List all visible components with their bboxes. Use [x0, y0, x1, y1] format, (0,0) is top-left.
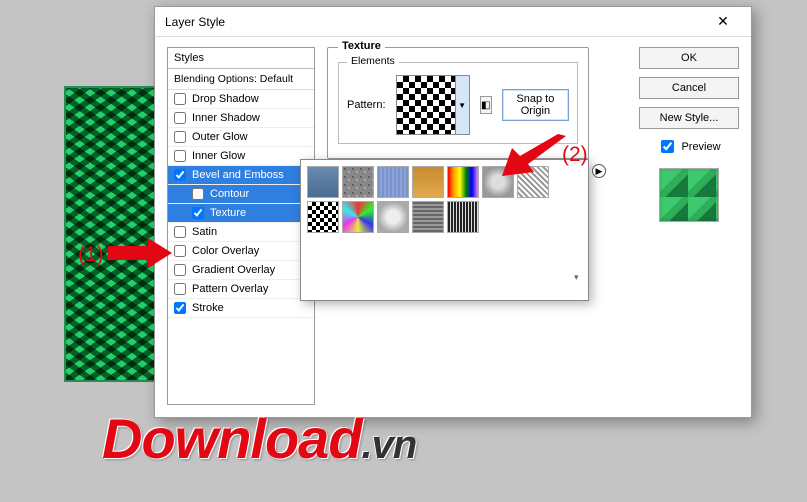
styles-header[interactable]: Styles [168, 48, 314, 69]
style-label: Drop Shadow [192, 93, 259, 105]
style-checkbox[interactable] [174, 169, 186, 181]
style-checkbox[interactable] [174, 150, 186, 162]
scroll-down-icon[interactable]: ▾ [574, 272, 584, 282]
style-row-gradient-overlay[interactable]: Gradient Overlay [168, 261, 314, 280]
preview-checkbox[interactable] [661, 140, 674, 153]
style-label: Contour [210, 188, 249, 200]
style-row-stroke[interactable]: Stroke [168, 299, 314, 318]
pattern-swatch-2[interactable] [377, 166, 409, 198]
pattern-swatch-11[interactable] [447, 201, 479, 233]
style-row-color-overlay[interactable]: Color Overlay [168, 242, 314, 261]
style-checkbox[interactable] [174, 226, 186, 238]
style-row-satin[interactable]: Satin [168, 223, 314, 242]
style-row-inner-shadow[interactable]: Inner Shadow [168, 109, 314, 128]
style-label: Pattern Overlay [192, 283, 268, 295]
pattern-label: Pattern: [347, 99, 386, 111]
style-checkbox[interactable] [174, 245, 186, 257]
style-label: Bevel and Emboss [192, 169, 284, 181]
texture-legend: Texture [338, 40, 385, 52]
style-row-drop-shadow[interactable]: Drop Shadow [168, 90, 314, 109]
style-row-inner-glow[interactable]: Inner Glow [168, 147, 314, 166]
style-row-contour[interactable]: Contour [168, 185, 314, 204]
style-label: Satin [192, 226, 217, 238]
style-label: Inner Glow [192, 150, 245, 162]
close-button[interactable]: ✕ [703, 8, 743, 36]
style-checkbox[interactable] [174, 283, 186, 295]
style-checkbox[interactable] [174, 264, 186, 276]
style-checkbox[interactable] [174, 302, 186, 314]
pattern-swatch-3[interactable] [412, 166, 444, 198]
style-row-pattern-overlay[interactable]: Pattern Overlay [168, 280, 314, 299]
styles-panel: Styles Blending Options: Default Drop Sh… [167, 47, 315, 405]
ok-button[interactable]: OK [639, 47, 739, 69]
preview-checkbox-row[interactable]: Preview [639, 137, 739, 156]
style-label: Color Overlay [192, 245, 259, 257]
layer-style-dialog: Layer Style ✕ Styles Blending Options: D… [154, 6, 752, 418]
preview-thumbnail [659, 168, 719, 222]
style-label: Gradient Overlay [192, 264, 275, 276]
blending-options-header[interactable]: Blending Options: Default [168, 69, 314, 90]
style-checkbox[interactable] [192, 207, 204, 219]
style-label: Stroke [192, 302, 224, 314]
pattern-swatch-0[interactable] [307, 166, 339, 198]
new-preset-button[interactable]: ◧ [480, 96, 492, 114]
pattern-swatch-9[interactable] [377, 201, 409, 233]
cancel-button[interactable]: Cancel [639, 77, 739, 99]
style-label: Inner Shadow [192, 112, 260, 124]
elements-legend: Elements [347, 55, 399, 67]
picker-menu-icon[interactable]: ▶ [592, 164, 606, 178]
style-checkbox[interactable] [174, 93, 186, 105]
style-checkbox[interactable] [174, 112, 186, 124]
style-row-texture[interactable]: Texture [168, 204, 314, 223]
pattern-swatch-10[interactable] [412, 201, 444, 233]
style-checkbox[interactable] [174, 131, 186, 143]
document-preview [64, 86, 158, 382]
pattern-dropdown-caret[interactable]: ▼ [456, 75, 470, 135]
right-button-panel: OK Cancel New Style... Preview [639, 47, 739, 405]
style-label: Outer Glow [192, 131, 248, 143]
pattern-swatch-5[interactable] [482, 166, 514, 198]
options-panel: Texture Elements Pattern: ▼ ◧ Snap to Or… [327, 47, 627, 405]
preview-label: Preview [681, 141, 720, 153]
pattern-swatch-1[interactable] [342, 166, 374, 198]
pattern-swatch[interactable] [396, 75, 456, 135]
dialog-titlebar: Layer Style ✕ [155, 7, 751, 37]
new-style-button[interactable]: New Style... [639, 107, 739, 129]
style-row-outer-glow[interactable]: Outer Glow [168, 128, 314, 147]
dialog-title: Layer Style [165, 15, 703, 29]
pattern-swatch-6[interactable] [517, 166, 549, 198]
style-checkbox[interactable] [192, 188, 204, 200]
pattern-swatch-8[interactable] [342, 201, 374, 233]
pattern-picker-popup: ▶ ▾ [300, 159, 589, 301]
style-label: Texture [210, 207, 246, 219]
style-row-bevel-and-emboss[interactable]: Bevel and Emboss [168, 166, 314, 185]
pattern-swatch-7[interactable] [307, 201, 339, 233]
pattern-swatch-4[interactable] [447, 166, 479, 198]
snap-to-origin-button[interactable]: Snap to Origin [502, 89, 569, 121]
